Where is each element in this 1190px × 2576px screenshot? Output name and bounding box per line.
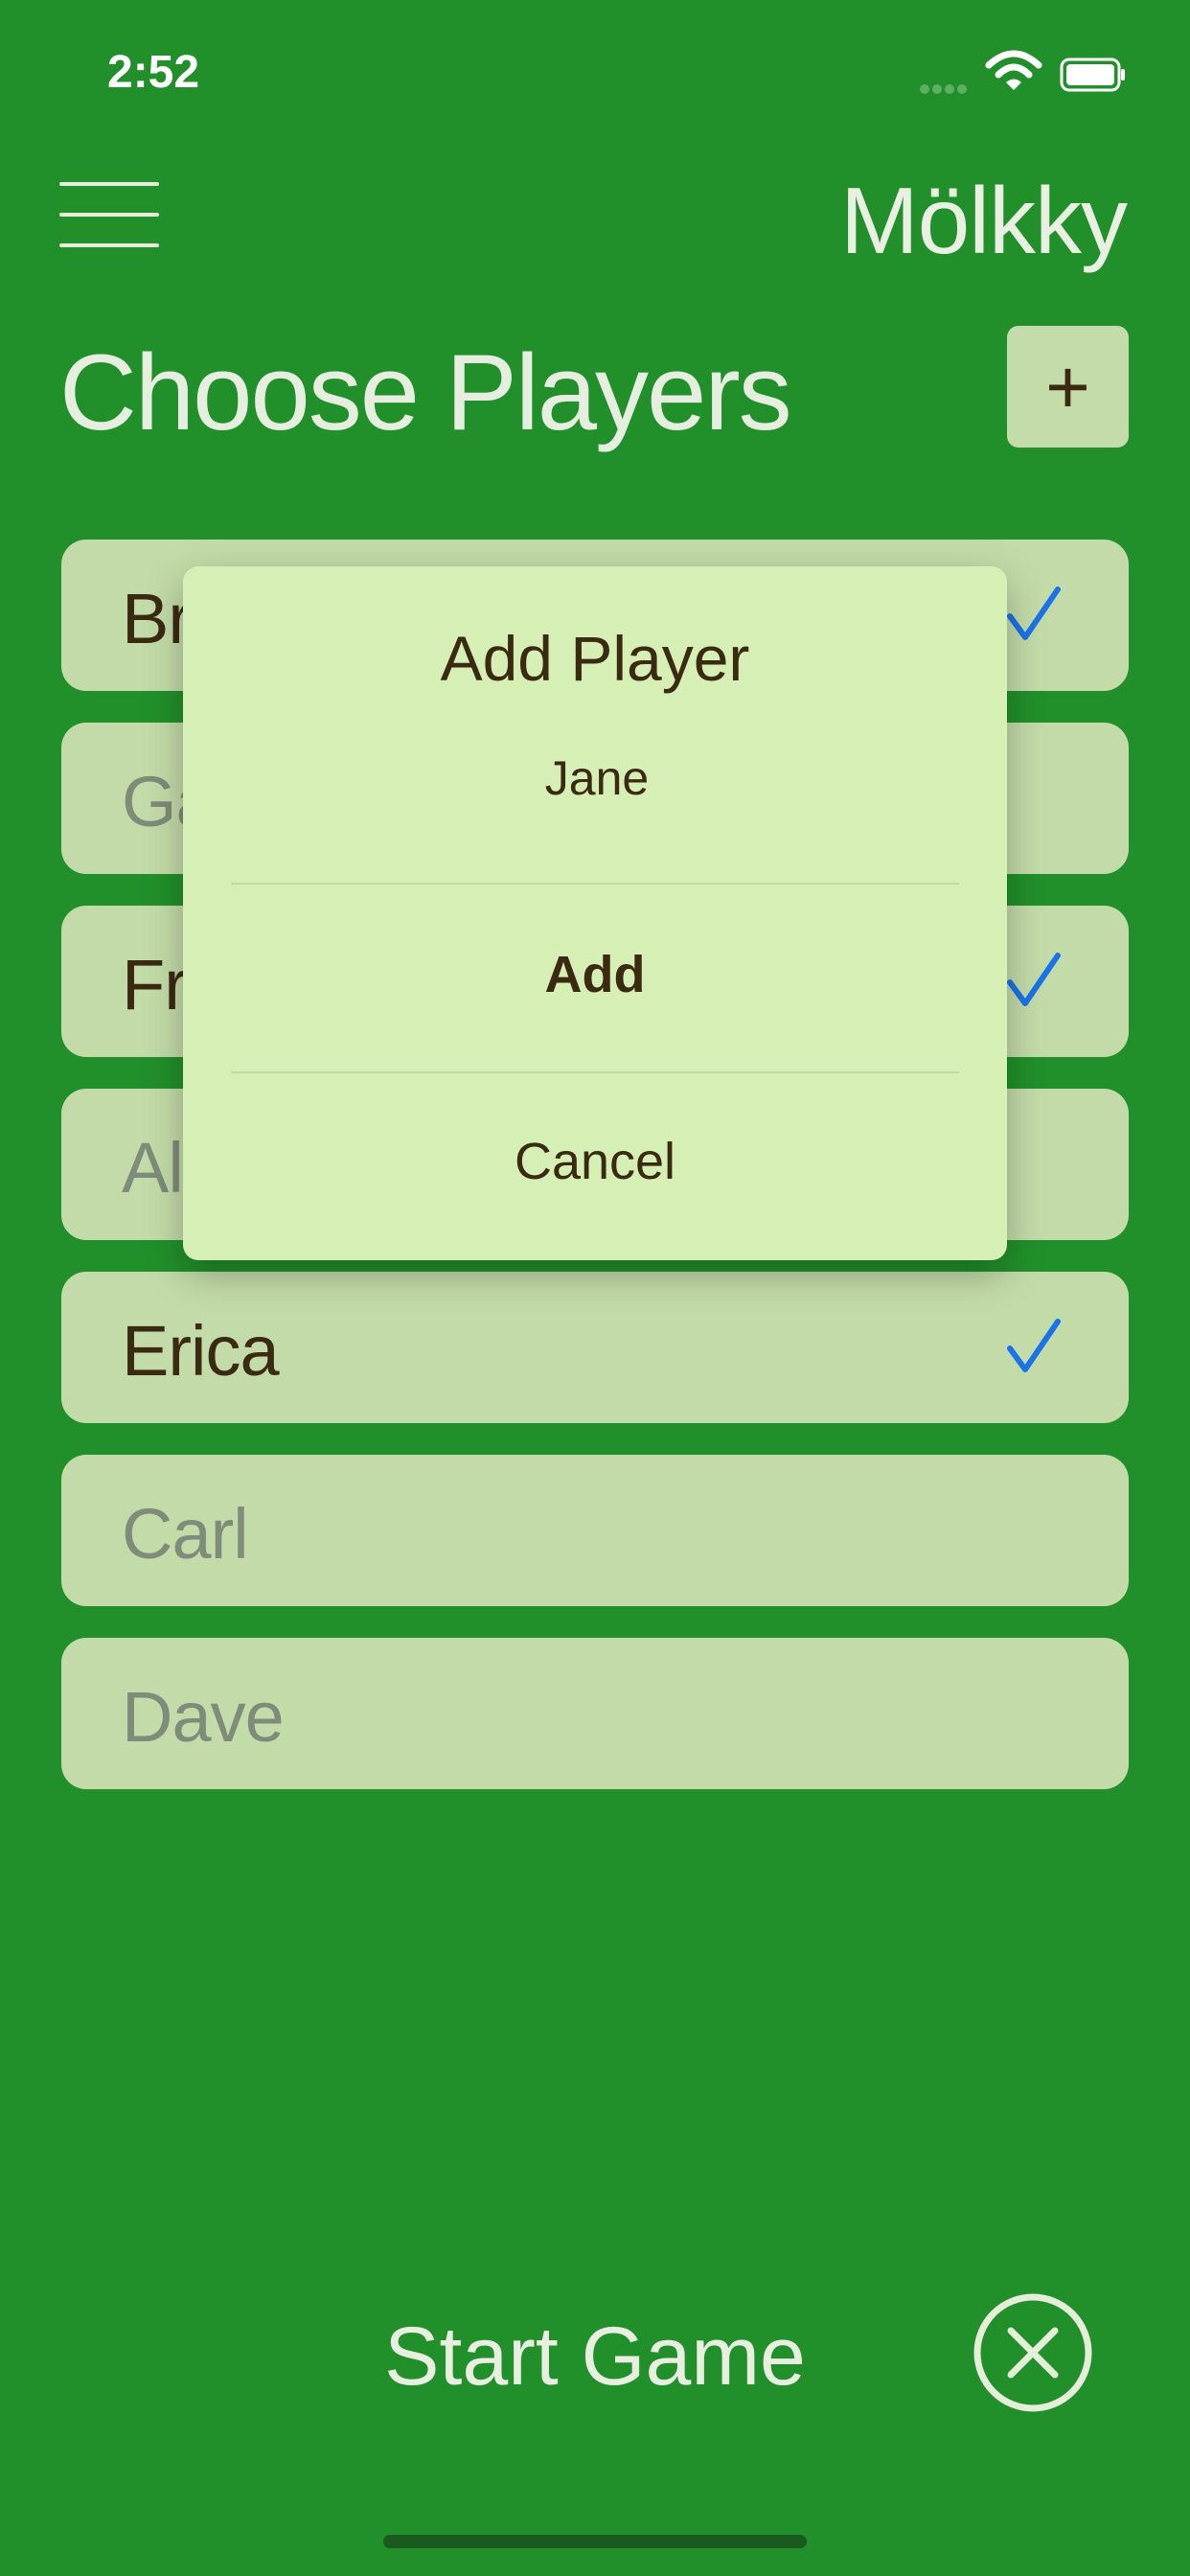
battery-icon	[1060, 58, 1125, 92]
checkmark-icon	[1007, 586, 1061, 640]
checkmark-icon	[1007, 953, 1061, 1006]
menu-icon[interactable]	[59, 182, 159, 251]
add-player-button[interactable]: +	[1007, 326, 1129, 448]
cellular-signal-icon	[920, 81, 977, 94]
player-row[interactable]: Carl	[61, 1455, 1129, 1606]
player-row[interactable]: Erica	[61, 1272, 1129, 1423]
player-name: Dave	[122, 1677, 285, 1757]
dialog-title: Add Player	[440, 623, 750, 694]
status-time: 2:52	[107, 47, 200, 98]
player-name: Carl	[122, 1494, 249, 1574]
page-title: Choose Players	[59, 333, 792, 452]
player-name: Al	[122, 1128, 184, 1208]
checkmark-icon	[1007, 1319, 1061, 1372]
wifi-icon	[985, 50, 1042, 90]
divider	[231, 883, 959, 885]
player-name-input[interactable]	[231, 739, 963, 817]
app-title: Mölkky	[840, 168, 1128, 273]
close-icon[interactable]	[973, 2292, 1093, 2413]
cancel-button[interactable]: Cancel	[183, 1132, 1007, 1191]
add-button[interactable]: Add	[183, 945, 1007, 1004]
player-row[interactable]: Dave	[61, 1638, 1129, 1789]
player-name: Br	[122, 579, 192, 658]
home-indicator	[383, 2535, 807, 2548]
add-player-dialog: Add Player Add Cancel	[183, 566, 1007, 1260]
player-name: Erica	[122, 1311, 280, 1391]
divider	[231, 1071, 959, 1073]
player-name: Fr	[122, 945, 188, 1024]
